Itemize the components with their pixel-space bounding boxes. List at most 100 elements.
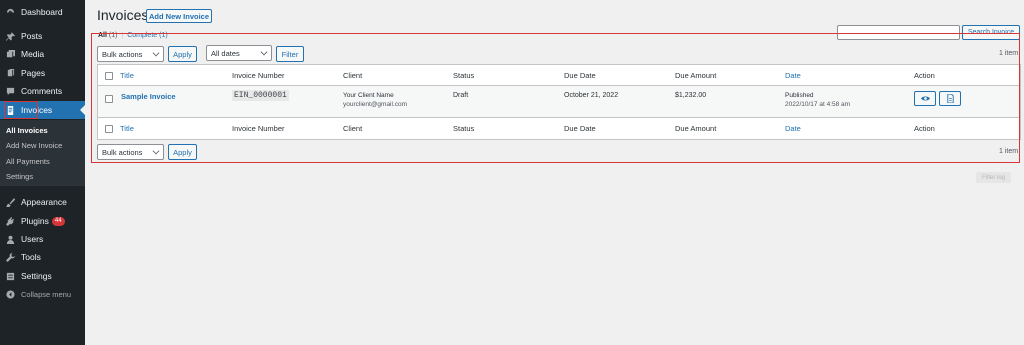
- client-cell: Your Client Name yourclient@gmail.com: [343, 92, 407, 108]
- column-action: Action: [914, 71, 935, 80]
- view-complete-count[interactable]: (1): [159, 32, 168, 39]
- download-invoice-button[interactable]: [939, 91, 961, 106]
- apply-button-bottom[interactable]: Apply: [168, 144, 197, 160]
- menu-comments[interactable]: Comments: [0, 82, 85, 100]
- column-status: Status: [453, 71, 475, 80]
- menu-users[interactable]: Users: [0, 230, 85, 248]
- media-icon: [1, 49, 19, 59]
- date-filter-value: All dates: [211, 48, 240, 58]
- plugin-icon: [1, 216, 19, 226]
- table-row: Sample Invoice EIN_0000001 Your Client N…: [98, 86, 1020, 118]
- date-status: Published: [785, 92, 814, 99]
- menu-dashboard[interactable]: Dashboard: [0, 3, 85, 21]
- due-date-cell: October 21, 2022: [564, 92, 619, 99]
- column-title[interactable]: Title: [120, 71, 134, 80]
- row-checkbox[interactable]: [105, 95, 113, 103]
- submenu-settings[interactable]: Settings: [6, 172, 33, 181]
- column-invoice-number: Invoice Number: [232, 71, 285, 80]
- menu-appearance[interactable]: Appearance: [0, 193, 85, 211]
- view-all-count: (1): [108, 32, 118, 39]
- select-all-checkbox-footer[interactable]: [105, 125, 113, 133]
- chevron-down-icon: [152, 49, 160, 57]
- filter-button[interactable]: Filter: [276, 46, 304, 62]
- menu-media[interactable]: Media: [0, 45, 85, 63]
- submenu-add-new-invoice[interactable]: Add New Invoice: [6, 141, 62, 150]
- invoices-table: Title Invoice Number Client Status Due D…: [97, 64, 1021, 140]
- column-invoice-number-footer: Invoice Number: [232, 124, 285, 133]
- column-client-footer: Client: [343, 124, 363, 133]
- menu-tools[interactable]: Tools: [0, 248, 85, 266]
- status-cell: Draft: [453, 92, 469, 99]
- bulk-actions-value: Bulk actions: [102, 49, 143, 59]
- page-title: Invoices: [97, 7, 149, 23]
- select-all-checkbox[interactable]: [105, 72, 113, 80]
- client-email: yourclient@gmail.com: [343, 101, 408, 108]
- view-all-link[interactable]: All: [98, 32, 107, 39]
- column-due-date: Due Date: [564, 71, 596, 80]
- menu-pages[interactable]: Pages: [0, 64, 85, 82]
- view-complete-link[interactable]: Complete: [127, 32, 157, 39]
- bulk-actions-select-bottom[interactable]: Bulk actions: [97, 144, 164, 160]
- column-due-amount-footer: Due Amount: [675, 124, 717, 133]
- document-icon: [946, 94, 954, 103]
- menu-label: Settings: [21, 271, 52, 281]
- menu-label: Pages: [21, 68, 46, 78]
- table-header-row: Title Invoice Number Client Status Due D…: [98, 65, 1020, 86]
- column-action-footer: Action: [914, 124, 935, 133]
- bulk-actions-select-top[interactable]: Bulk actions: [97, 46, 164, 62]
- add-new-invoice-button[interactable]: Add New Invoice: [146, 9, 212, 23]
- dashboard-icon: [1, 8, 19, 17]
- menu-label: Posts: [21, 31, 43, 41]
- date-filter-select[interactable]: All dates: [206, 45, 272, 61]
- due-amount-cell: $1,232.00: [675, 92, 707, 99]
- highlight-box: [4, 101, 38, 119]
- table-footer-row: Title Invoice Number Client Status Due D…: [98, 118, 1020, 139]
- date-cell: Published 2022/10/17 at 4:58 am: [785, 92, 850, 108]
- menu-label: Appearance: [21, 197, 67, 207]
- invoices-submenu: All Invoices Add New Invoice All Payment…: [0, 120, 85, 186]
- plugins-update-badge: 44: [51, 216, 65, 226]
- search-invoice-button[interactable]: Search Invoice: [962, 25, 1020, 40]
- collapse-menu-button[interactable]: Collapse menu: [0, 285, 85, 303]
- menu-label: Tools: [21, 252, 41, 262]
- column-date[interactable]: Date: [785, 71, 801, 80]
- settings-icon: [1, 272, 19, 281]
- submenu-all-invoices[interactable]: All Invoices: [6, 126, 48, 135]
- column-status-footer: Status: [453, 124, 475, 133]
- menu-label: Collapse menu: [21, 289, 72, 299]
- column-date-footer[interactable]: Date: [785, 124, 801, 133]
- menu-label: Comments: [21, 86, 63, 96]
- view-invoice-button[interactable]: [914, 91, 936, 106]
- menu-plugins[interactable]: Plugins 44: [0, 212, 85, 230]
- chevron-down-icon: [152, 147, 160, 155]
- eye-icon: [920, 96, 930, 101]
- comments-icon: [1, 87, 19, 96]
- search-input[interactable]: [837, 25, 960, 40]
- menu-label: Users: [21, 234, 44, 244]
- menu-posts[interactable]: Posts: [0, 27, 85, 45]
- submenu-all-payments[interactable]: All Payments: [6, 157, 50, 166]
- menu-label: Plugins: [21, 216, 49, 226]
- column-client: Client: [343, 71, 363, 80]
- column-title-footer[interactable]: Title: [120, 124, 134, 133]
- column-due-amount: Due Amount: [675, 71, 717, 80]
- menu-settings[interactable]: Settings: [0, 267, 85, 285]
- client-name: Your Client Name: [343, 92, 394, 99]
- invoice-title-link[interactable]: Sample Invoice: [121, 92, 176, 101]
- column-due-date-footer: Due Date: [564, 124, 596, 133]
- admin-sidebar: Dashboard Posts Media Pages Comments Inv…: [0, 0, 85, 345]
- view-separator: |: [121, 32, 124, 39]
- wrench-icon: [1, 252, 19, 262]
- date-value: 2022/10/17 at 4:58 am: [785, 101, 851, 108]
- view-filters: All (1) | Complete (1): [98, 32, 168, 39]
- apply-button-top[interactable]: Apply: [168, 46, 197, 62]
- items-count-bottom: 1 item: [999, 148, 1019, 155]
- collapse-icon: [1, 289, 19, 299]
- invoice-number-code: EIN_0000001: [232, 90, 289, 101]
- brush-icon: [1, 197, 19, 207]
- pages-icon: [1, 68, 19, 78]
- invoice-number-cell: EIN_0000001: [232, 90, 289, 101]
- items-count-top: 1 item: [999, 50, 1019, 57]
- chevron-down-icon: [260, 48, 268, 56]
- pin-icon: [1, 31, 19, 41]
